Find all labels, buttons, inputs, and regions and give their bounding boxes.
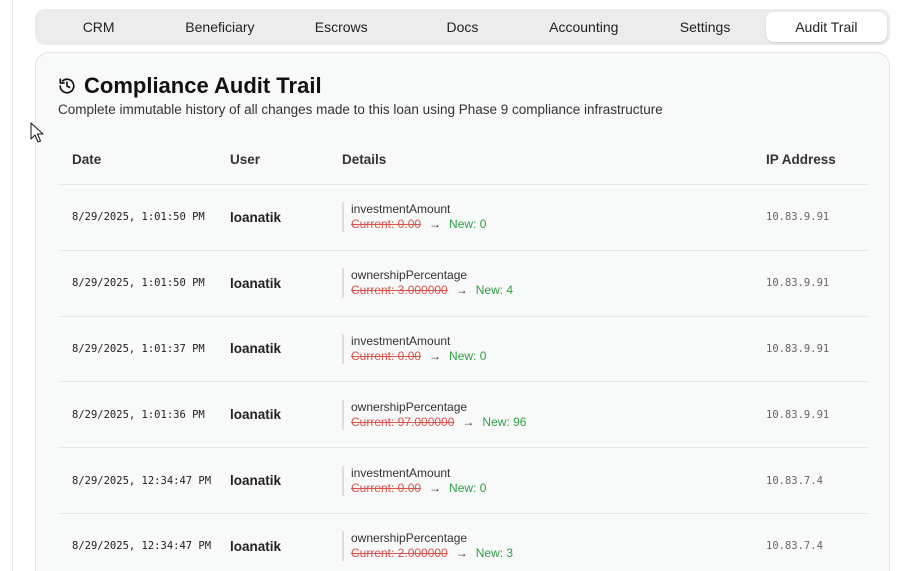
history-icon: [59, 78, 75, 94]
row-date: 8/29/2025, 1:01:50 PM: [72, 211, 205, 224]
tab-settings[interactable]: Settings: [644, 12, 765, 42]
arrow-right-icon: →: [455, 283, 468, 298]
tab-docs[interactable]: Docs: [402, 12, 523, 42]
old-value: Current: 2.000000: [351, 546, 448, 561]
tab-audit-trail[interactable]: Audit Trail: [765, 12, 887, 42]
row-date: 8/29/2025, 1:01:50 PM: [72, 277, 205, 290]
new-value: New: 0: [449, 348, 487, 363]
arrow-right-icon: →: [429, 217, 442, 232]
arrow-right-icon: →: [462, 414, 475, 429]
field-name: ownershipPercentage: [351, 399, 468, 414]
arrow-right-icon: →: [429, 480, 442, 495]
old-value: Current: 97.000000: [351, 414, 455, 429]
column-header-user[interactable]: User: [230, 152, 342, 167]
new-value: New: 96: [482, 414, 527, 429]
row-ip: 10.83.9.91: [766, 211, 830, 224]
new-value: New: 0: [449, 217, 487, 232]
table-row[interactable]: 8/29/2025, 1:01:37 PM loanatik investmen…: [58, 317, 868, 383]
row-user: loanatik: [230, 473, 282, 489]
row-ip: 10.83.7.4: [766, 540, 823, 553]
mouse-pointer-icon: [30, 122, 44, 143]
arrow-right-icon: →: [429, 348, 442, 363]
column-header-details[interactable]: Details: [342, 152, 766, 167]
table-header: Date User Details IP Address: [58, 135, 868, 185]
row-ip: 10.83.9.91: [766, 408, 830, 421]
arrow-right-icon: →: [455, 546, 468, 561]
field-name: ownershipPercentage: [351, 531, 468, 546]
change-details: investmentAmount Current: 0.00 → New: 0: [342, 202, 766, 233]
row-date: 8/29/2025, 1:01:36 PM: [72, 408, 205, 421]
field-name: ownershipPercentage: [351, 268, 468, 283]
change-details: investmentAmount Current: 0.00 → New: 0: [342, 333, 766, 364]
audit-table: Date User Details IP Address 8/29/2025, …: [58, 135, 868, 571]
audit-trail-panel: Compliance Audit Trail Complete immutabl…: [35, 52, 890, 571]
change-details: investmentAmount Current: 0.00 → New: 0: [342, 465, 766, 496]
tab-escrows[interactable]: Escrows: [281, 12, 402, 42]
field-name: investmentAmount: [351, 465, 451, 480]
table-row[interactable]: 8/29/2025, 12:34:47 PM loanatik investme…: [58, 448, 868, 514]
row-ip: 10.83.9.91: [766, 277, 830, 290]
change-details: ownershipPercentage Current: 97.000000 →…: [342, 399, 766, 430]
old-value: Current: 0.00: [351, 217, 422, 232]
new-value: New: 3: [475, 546, 514, 561]
change-details: ownershipPercentage Current: 3.000000 → …: [342, 268, 766, 299]
row-date: 8/29/2025, 12:34:47 PM: [72, 474, 212, 487]
tab-beneficiary[interactable]: Beneficiary: [159, 12, 280, 42]
column-header-date[interactable]: Date: [58, 152, 230, 167]
tab-accounting[interactable]: Accounting: [523, 12, 644, 42]
field-name: investmentAmount: [351, 333, 451, 348]
table-row[interactable]: 8/29/2025, 1:01:50 PM loanatik investmen…: [58, 185, 868, 251]
table-row[interactable]: 8/29/2025, 1:01:36 PM loanatik ownership…: [58, 382, 868, 449]
tab-bar: CRM Beneficiary Escrows Docs Accounting …: [35, 9, 890, 45]
old-value: Current: 0.00: [351, 480, 422, 495]
table-row[interactable]: 8/29/2025, 1:01:50 PM loanatik ownership…: [58, 251, 868, 317]
row-ip: 10.83.9.91: [766, 342, 830, 355]
page-title: Compliance Audit Trail: [84, 73, 322, 98]
new-value: New: 0: [449, 480, 487, 495]
row-user: loanatik: [230, 341, 282, 357]
table-row[interactable]: 8/29/2025, 12:34:47 PM loanatik ownershi…: [58, 514, 868, 571]
left-divider: [12, 0, 13, 571]
old-value: Current: 3.000000: [351, 283, 448, 298]
row-user: loanatik: [230, 538, 282, 554]
change-details: ownershipPercentage Current: 2.000000 → …: [342, 531, 766, 562]
row-date: 8/29/2025, 1:01:37 PM: [72, 342, 205, 355]
tab-crm[interactable]: CRM: [38, 12, 159, 42]
panel-header: Compliance Audit Trail: [58, 73, 322, 99]
field-name: investmentAmount: [351, 202, 451, 217]
page-subtitle: Complete immutable history of all change…: [58, 102, 663, 117]
column-header-ip[interactable]: IP Address: [766, 152, 868, 167]
row-user: loanatik: [230, 407, 282, 423]
row-date: 8/29/2025, 12:34:47 PM: [72, 540, 212, 553]
row-user: loanatik: [230, 275, 282, 291]
row-ip: 10.83.7.4: [766, 474, 823, 487]
row-user: loanatik: [230, 209, 282, 225]
old-value: Current: 0.00: [351, 348, 422, 363]
new-value: New: 4: [475, 283, 514, 298]
